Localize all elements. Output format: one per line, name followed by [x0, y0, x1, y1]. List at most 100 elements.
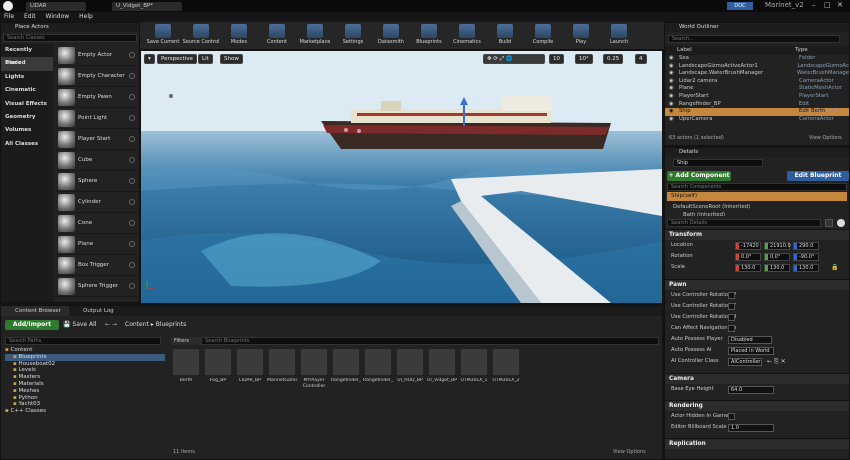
eye-icon[interactable]: ◉ [669, 85, 679, 93]
outliner-row[interactable]: ◉ UperCamera CameraActor [665, 116, 849, 124]
eye-icon[interactable]: ◉ [669, 108, 679, 116]
folder-item[interactable]: ▪ Levels [5, 367, 165, 374]
auto-possess-ai-dropdown[interactable]: Placed in World [728, 346, 774, 355]
scale-z[interactable]: 130.0 [793, 263, 819, 272]
toolbar-save-current-button[interactable]: Save Current [143, 24, 183, 48]
asset-tile[interactable]: Rangefinder_BP [331, 348, 361, 390]
asset-tile[interactable]: Rangefinder_BP_2 [363, 348, 393, 390]
outliner-row[interactable]: ◉ LandscapeGizmoActiveActor1 LandscapeGizm… [665, 63, 849, 71]
nav-arrows[interactable]: ← → [105, 320, 117, 330]
actor-item[interactable]: Cone [55, 213, 139, 234]
rotation-roll-checkbox[interactable] [728, 314, 735, 321]
toolbar-blueprints-button[interactable]: Blueprints [409, 24, 449, 48]
pawn-section[interactable]: Pawn [665, 279, 849, 290]
search-details[interactable]: Search Details [667, 219, 821, 227]
rotation-yaw-checkbox[interactable] [728, 303, 735, 310]
browse-icon[interactable]: ← ⎘ ✕ [767, 356, 786, 367]
actor-item[interactable]: Empty Actor [55, 45, 139, 66]
folder-item[interactable]: ▪ Meshes [5, 388, 165, 395]
asset-tile[interactable]: MarinetGameMod [267, 348, 297, 390]
lit-button[interactable]: Lit [198, 54, 213, 64]
outliner-row[interactable]: ◉ Rangefinder_BP Edit Rangefinder_E [665, 101, 849, 115]
place-actors-search[interactable]: Search Classes [3, 34, 137, 42]
actor-hidden-checkbox[interactable] [728, 413, 735, 420]
outliner-row[interactable]: ◉ Ship Edit Berth [665, 108, 849, 116]
eye-icon[interactable]: ◉ [669, 70, 679, 78]
rendering-section[interactable]: Rendering [665, 400, 849, 411]
asset-tile[interactable]: UTM30LX_1 [459, 348, 489, 390]
perspective-button[interactable]: Perspective [157, 54, 197, 64]
toolbar-marketplace-button[interactable]: Marketplace [295, 24, 335, 48]
menu-help[interactable]: Help [79, 12, 93, 22]
root-component[interactable]: DefaultSceneRoot (Inherited) [673, 204, 750, 210]
eye-icon[interactable]: ◉ [669, 116, 679, 124]
doc-badge[interactable]: DOC [727, 2, 753, 10]
angle-snap-value[interactable]: 10° [575, 54, 593, 64]
location-z[interactable]: 290.0 [793, 241, 819, 250]
folder-item[interactable]: ▪ Content [5, 347, 165, 354]
actor-item[interactable]: Box Trigger [55, 255, 139, 276]
help-icon[interactable] [129, 136, 135, 142]
toolbar-modes-button[interactable]: Modes [219, 24, 259, 48]
toolbar-build-button[interactable]: Build [485, 24, 525, 48]
category-geometry[interactable]: Geometry [1, 111, 53, 124]
eye-icon[interactable]: ◉ [669, 101, 679, 109]
asset-tile[interactable]: Fog_BP [203, 348, 233, 390]
asset-tile[interactable]: UI_HUD_BP [395, 348, 425, 390]
help-icon[interactable] [129, 199, 135, 205]
show-button[interactable]: Show [220, 54, 243, 64]
actor-item[interactable]: Player Start [55, 129, 139, 150]
lock-icon[interactable]: 🔒 [831, 262, 838, 273]
eye-icon[interactable]: ◉ [669, 93, 679, 101]
child-component[interactable]: Bath (Inherited) [683, 212, 725, 216]
breadcrumb-blueprints[interactable]: Blueprints [156, 321, 187, 328]
transform-section[interactable]: Transform [665, 229, 849, 240]
category-cinematic[interactable]: Cinematic [1, 84, 53, 97]
save-all-button[interactable]: 💾 Save All [63, 320, 96, 330]
folder-item[interactable]: ▪ Masters [5, 374, 165, 381]
outliner-row[interactable]: ◉ Landscape.WaterBrushManager WaterBrushMa… [665, 70, 849, 78]
asset-tile[interactable]: UI_Vidget_BP [427, 348, 457, 390]
folder-item[interactable]: ▪ Materials [5, 381, 165, 388]
folder-item[interactable]: ▪ Houseboat02 [5, 361, 165, 368]
close-button[interactable]: ✕ [837, 1, 843, 9]
asset-tile[interactable]: UTM30LX_2 [491, 348, 521, 390]
folder-item[interactable]: ▪ Blueprints [5, 353, 165, 361]
location-x[interactable]: -17420 [735, 241, 761, 250]
actor-name-field[interactable]: Ship [673, 159, 763, 167]
outliner-row[interactable]: ◉ Plane StaticMeshActor [665, 85, 849, 93]
tab-output-log[interactable]: Output Log [69, 306, 131, 316]
asset-tile[interactable]: LIDAR_BP [235, 348, 265, 390]
actor-item[interactable]: Cube [55, 150, 139, 171]
help-icon[interactable] [129, 94, 135, 100]
actor-item[interactable]: Empty Pawn [55, 87, 139, 108]
help-icon[interactable] [129, 220, 135, 226]
category-recently-placed[interactable]: Recently Placed [1, 44, 53, 66]
actor-item[interactable]: Empty Character [55, 66, 139, 87]
self-component[interactable]: Ship(self) [667, 192, 847, 201]
outliner-row[interactable]: ◉ Lidar2 camera CameraActor [665, 78, 849, 86]
actor-item[interactable]: Cylinder [55, 192, 139, 213]
auto-possess-player-dropdown[interactable]: Disabled [728, 335, 772, 344]
eye-icon[interactable]: ◉ [669, 78, 679, 86]
tab-lidar[interactable]: LIDAR [26, 2, 86, 11]
asset-tile[interactable]: Berth [171, 348, 201, 390]
toolbar-launch-button[interactable]: Launch [599, 24, 639, 48]
menu-file[interactable]: File [4, 12, 14, 22]
filters-button[interactable]: Filters [171, 337, 201, 345]
rotation-z[interactable]: -90.0° [793, 252, 819, 261]
category-volumes[interactable]: Volumes [1, 124, 53, 137]
help-icon[interactable] [129, 115, 135, 121]
grid-view-icon[interactable] [825, 219, 833, 227]
rotation-y[interactable]: 0.0° [764, 252, 790, 261]
outliner-row[interactable]: ◉ Sea Folder [665, 55, 849, 63]
toolbar-content-button[interactable]: Content [257, 24, 297, 48]
folder-item[interactable]: ▪ Yacht03 [5, 401, 165, 408]
toolbar-datasmith-button[interactable]: Datasmith [371, 24, 411, 48]
menu-window[interactable]: Window [46, 12, 70, 22]
outliner-search[interactable]: Search... [668, 35, 840, 43]
help-icon[interactable] [129, 283, 135, 289]
tab-u-vidget-bp[interactable]: U_Vidget_BP* [112, 2, 182, 11]
ai-controller-dropdown[interactable]: AIController [728, 357, 762, 366]
folder-item[interactable]: ▪ C++ Classes [5, 408, 165, 415]
